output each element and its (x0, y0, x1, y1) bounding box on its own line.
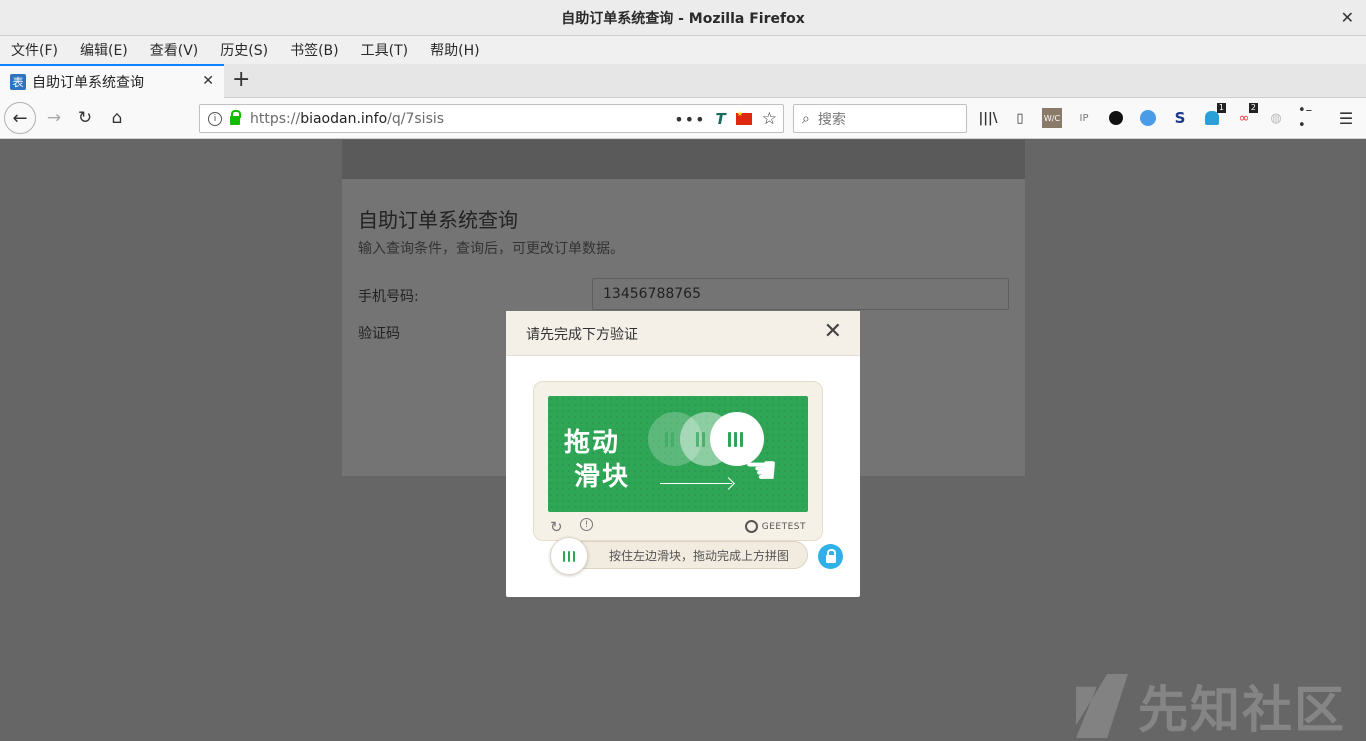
watermark: 先知社区 (1076, 670, 1346, 741)
menu-help[interactable]: 帮助(H) (419, 40, 490, 60)
link-extension-icon[interactable]: ∞ 2 (1234, 103, 1258, 128)
card-header-band (342, 140, 1025, 179)
secure-lock-icon (230, 110, 241, 125)
pointing-hand-icon: ☚ (744, 448, 779, 492)
library-icon[interactable]: |||\ (978, 108, 998, 128)
url-host: biaodan.info (300, 110, 388, 127)
slider-handle[interactable] (550, 537, 588, 575)
search-icon: ⌕ (802, 110, 810, 127)
tab-active[interactable]: 表 自助订单系统查询 ✕ (0, 64, 224, 98)
phone-input[interactable]: 13456788765 (592, 278, 1009, 310)
site-info-icon[interactable]: i (208, 111, 222, 126)
tab-close-icon[interactable]: ✕ (202, 73, 214, 89)
window-titlebar: 自助订单系统查询 - Mozilla Firefox ✕ (0, 0, 1366, 36)
window-close-icon[interactable]: ✕ (1341, 8, 1354, 27)
refresh-icon[interactable]: ↻ (550, 518, 563, 536)
menu-bookmarks[interactable]: 书签(B) (279, 40, 350, 60)
overflow-extension-icon[interactable]: •–• (1298, 103, 1318, 133)
ip-extension-icon[interactable]: IP (1074, 108, 1094, 128)
bookmark-star-icon[interactable]: ☆ (762, 109, 777, 129)
modal-header: 请先完成下方验证 ✕ (506, 311, 860, 356)
watermark-logo-icon (1076, 674, 1128, 738)
wc-extension-icon[interactable]: W/C (1042, 108, 1062, 128)
menu-bar: 文件(F) 编辑(E) 查看(V) 历史(S) 书签(B) 工具(T) 帮助(H… (0, 36, 1366, 64)
window-title: 自助订单系统查询 - Mozilla Firefox (561, 10, 805, 27)
globe-extension-icon[interactable]: ◍ (1266, 108, 1286, 128)
url-text[interactable]: https://biaodan.info/q/7sisis (250, 111, 444, 127)
captcha-modal: 请先完成下方验证 ✕ 拖动 滑块 ☚ ↻ ! GEETEST 按住左边滑块，拖动… (506, 311, 860, 597)
site-favicon-icon: 表 (10, 74, 26, 90)
tab-label: 自助订单系统查询 (32, 75, 144, 91)
ghost-extension-icon[interactable]: 1 (1202, 103, 1226, 128)
menu-view[interactable]: 查看(V) (139, 40, 210, 60)
menu-tools[interactable]: 工具(T) (350, 40, 419, 60)
chat-extension-icon[interactable] (1106, 108, 1126, 128)
grip-bars-icon (696, 432, 705, 447)
s-extension-icon[interactable]: S (1170, 108, 1190, 128)
page-title: 自助订单系统查询 (358, 208, 518, 232)
translate-extension-icon[interactable]: T (716, 110, 726, 128)
geetest-panel: 拖动 滑块 ☚ ↻ ! GEETEST (533, 381, 823, 541)
feedback-icon[interactable]: ! (580, 518, 593, 531)
slider-track[interactable]: 按住左边滑块，拖动完成上方拼图 (550, 541, 808, 569)
new-tab-icon[interactable]: + (232, 67, 250, 92)
slider-hint: 按住左边滑块，拖动完成上方拼图 (609, 549, 790, 563)
geetest-logo-icon (744, 520, 758, 533)
url-scheme: https:// (250, 110, 301, 127)
home-icon[interactable]: ⌂ (105, 106, 129, 130)
navigation-toolbar: ← → ↻ ⌂ i https://biaodan.info/q/7sisis … (0, 98, 1366, 139)
lock-icon[interactable] (818, 544, 843, 569)
captcha-label: 验证码 (358, 326, 400, 342)
menu-history[interactable]: 历史(S) (209, 40, 279, 60)
watermark-text: 先知社区 (1138, 681, 1346, 739)
url-path: /q/7sisis (387, 110, 445, 127)
geetest-brand-text: GEETEST (761, 521, 806, 532)
reload-icon[interactable]: ↻ (73, 106, 97, 130)
captcha-image-text-2: 滑块 (574, 462, 631, 492)
grip-bars-icon (728, 432, 743, 447)
menu-file[interactable]: 文件(F) (0, 40, 69, 60)
grip-bars-icon (563, 550, 575, 562)
grip-bars-icon (665, 432, 674, 447)
search-placeholder: 搜索 (817, 111, 846, 128)
blue-extension-icon[interactable] (1138, 108, 1158, 128)
tab-strip: 表 自助订单系统查询 ✕ + (0, 64, 1366, 98)
forward-arrow-icon[interactable]: → (42, 106, 66, 130)
page-subtitle: 输入查询条件，查询后，可更改订单数据。 (358, 241, 624, 257)
drag-arrow-icon (660, 483, 732, 484)
china-flag-icon[interactable] (735, 110, 752, 125)
phone-label: 手机号码: (358, 289, 419, 305)
hamburger-menu-icon[interactable]: ☰ (1336, 108, 1356, 128)
url-bar[interactable]: i https://biaodan.info/q/7sisis ••• T ☆ (199, 104, 784, 133)
geetest-logo: GEETEST (744, 520, 806, 533)
extension-badge-2: 2 (1248, 103, 1258, 113)
modal-close-icon[interactable]: ✕ (824, 320, 842, 344)
search-bar[interactable]: ⌕ 搜索 (793, 104, 967, 133)
captcha-image: 拖动 滑块 ☚ (548, 396, 808, 512)
page-actions-icon[interactable]: ••• (674, 110, 705, 129)
sidebar-icon[interactable]: ▯ (1010, 108, 1030, 128)
menu-edit[interactable]: 编辑(E) (69, 40, 139, 60)
back-arrow-icon[interactable]: ← (4, 102, 36, 134)
modal-title: 请先完成下方验证 (526, 327, 638, 343)
extension-badge-1: 1 (1216, 103, 1226, 113)
captcha-image-text-1: 拖动 (564, 428, 621, 458)
